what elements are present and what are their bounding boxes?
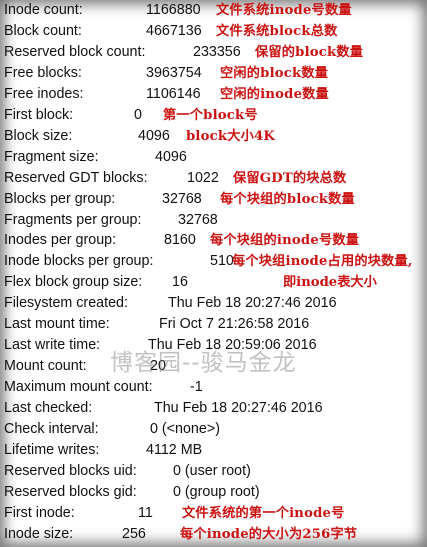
field-label: Inode size:	[4, 526, 74, 542]
info-row: Filesystem created: Thu Feb 18 20:27:46 2…	[4, 293, 424, 314]
annotation-note: 文件系统block总数	[216, 24, 338, 39]
info-row: Reserved blocks uid: 0 (user root)	[4, 461, 424, 482]
field-label: Check interval:	[4, 421, 99, 437]
field-value: 4667136	[146, 23, 202, 39]
annotation-note: 每个inode的大小为256字节	[180, 527, 358, 542]
field-label: Last write time:	[4, 337, 101, 353]
annotation-note: 每个块组inode占用的块数量,	[232, 254, 413, 269]
annotation-note: 保留GDT的块总数	[233, 171, 347, 186]
field-value: 11	[138, 505, 153, 521]
field-value: 0	[134, 107, 142, 123]
field-value: 1166880	[146, 2, 201, 18]
annotation-note: 保留的block数量	[255, 45, 364, 60]
info-row: Free inodes: 1106146 空闲的inode数量	[4, 84, 424, 105]
info-row: Reserved blocks gid: 0 (group root)	[4, 482, 424, 503]
field-value: 32768	[178, 212, 218, 228]
field-value: Fri Oct 7 21:26:58 2016	[159, 316, 310, 332]
annotation-note: 每个块组的block数量	[220, 192, 355, 207]
field-label: Filesystem created:	[4, 295, 128, 311]
field-label: Reserved GDT blocks:	[4, 170, 148, 186]
info-row: Last mount time: Fri Oct 7 21:26:58 2016	[4, 314, 424, 335]
info-row: Inode count: 1166880 文件系统inode号数量	[4, 0, 424, 21]
annotation-note: block大小4K	[186, 129, 276, 144]
info-row: Fragment size: 4096	[4, 147, 424, 168]
field-label: Free blocks:	[4, 65, 82, 81]
field-label: Inode blocks per group:	[4, 253, 154, 269]
info-row: Maximum mount count: -1	[4, 377, 424, 398]
watermark: 博客园--骏马金龙	[110, 350, 297, 376]
field-label: Inode count:	[4, 2, 83, 18]
field-label: Flex block group size:	[4, 274, 143, 290]
annotation-note: 第一个block号	[163, 108, 258, 123]
field-label: Maximum mount count:	[4, 379, 153, 395]
field-label: Mount count:	[4, 358, 87, 374]
annotation-note: 每个块组的inode号数量	[210, 233, 360, 248]
info-row: Check interval: 0 (<none>)	[4, 419, 424, 440]
field-label: Last checked:	[4, 400, 93, 416]
field-label: Last mount time:	[4, 316, 110, 332]
annotation-note: 空闲的inode数量	[220, 87, 329, 102]
info-row: Flex block group size: 16	[4, 272, 424, 293]
field-value: 8160	[164, 232, 196, 248]
field-label: First inode:	[4, 505, 75, 521]
field-label: Fragments per group:	[4, 212, 142, 228]
info-row: Last checked: Thu Feb 18 20:27:46 2016	[4, 398, 424, 419]
field-value: 1022	[187, 170, 219, 186]
info-row: Inode blocks per group: 510 每个块组inode占用的块数…	[4, 251, 424, 272]
info-row: First block: 0 第一个block号	[4, 105, 424, 126]
field-value: 4096	[138, 128, 170, 144]
info-row: Block size: 4096 block大小4K	[4, 126, 424, 147]
field-value: 510	[210, 253, 234, 269]
info-row: Inode size: 256 每个inode的大小为256字节	[4, 524, 424, 545]
info-row: Lifetime writes: 4112 MB	[4, 440, 424, 461]
field-value: 0 (<none>)	[150, 421, 220, 437]
field-value: 16	[172, 274, 188, 290]
field-value: Thu Feb 18 20:27:46 2016	[168, 295, 337, 311]
field-label: Reserved blocks gid:	[4, 484, 137, 500]
field-value: 1106146	[146, 86, 201, 102]
field-label: Blocks per group:	[4, 191, 116, 207]
annotation-note: 文件系统inode号数量	[216, 3, 352, 18]
field-value: 32768	[162, 191, 202, 207]
field-value: 233356	[193, 44, 241, 60]
field-value: 4096	[155, 149, 187, 165]
info-row: Reserved block count: 233356 保留的block数量	[4, 42, 424, 63]
field-value: 4112 MB	[146, 442, 203, 458]
field-label: Reserved block count:	[4, 44, 146, 60]
info-row: Blocks per group: 32768 每个块组的block数量	[4, 189, 424, 210]
field-value: 0 (user root)	[173, 463, 251, 479]
field-label: Inodes per group:	[4, 232, 117, 248]
annotation-note: 文件系统的第一个inode号	[182, 506, 345, 521]
field-label: Lifetime writes:	[4, 442, 100, 458]
field-value: 0 (group root)	[173, 484, 260, 500]
field-value: Thu Feb 18 20:27:46 2016	[154, 400, 323, 416]
info-row: Fragments per group: 32768	[4, 210, 424, 231]
field-value: 256	[122, 526, 146, 542]
field-label: Block size:	[4, 128, 73, 144]
terminal-screenshot: Inode count: 1166880 文件系统inode号数量 Block cou…	[0, 0, 427, 547]
field-label: Reserved blocks uid:	[4, 463, 137, 479]
info-row: Block count: 4667136 文件系统block总数	[4, 21, 424, 42]
info-row: Reserved GDT blocks: 1022 保留GDT的块总数	[4, 168, 424, 189]
annotation-note: 空闲的block数量	[220, 66, 329, 81]
info-row: Inodes per group: 8160 每个块组的inode号数量	[4, 230, 424, 251]
field-value: 3963754	[146, 65, 202, 81]
field-label: Free inodes:	[4, 86, 84, 102]
info-row: Free blocks: 3963754 空闲的block数量	[4, 63, 424, 84]
field-label: Fragment size:	[4, 149, 99, 165]
field-value: -1	[190, 379, 203, 395]
info-row: First inode: 11 文件系统的第一个inode号	[4, 503, 424, 524]
field-label: First block:	[4, 107, 74, 123]
field-label: Block count:	[4, 23, 82, 39]
